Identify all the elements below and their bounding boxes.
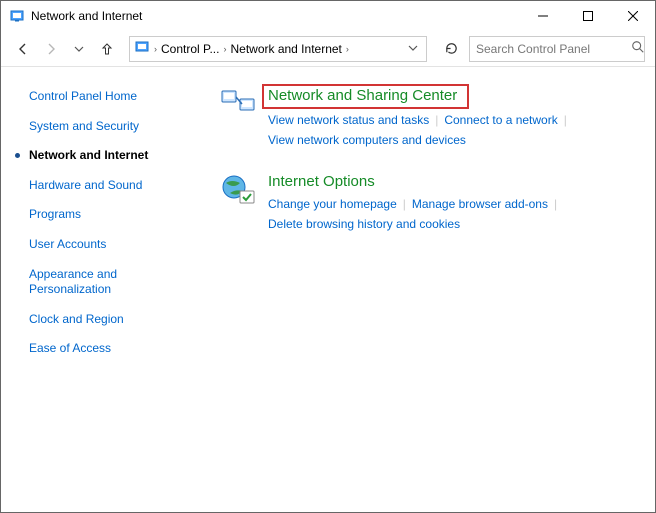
separator: | [429, 113, 444, 127]
refresh-button[interactable] [437, 36, 465, 62]
category-title-network-sharing[interactable]: Network and Sharing Center [262, 84, 469, 109]
sidebar-item-ease-of-access[interactable]: Ease of Access [29, 341, 192, 357]
task-manage-addons[interactable]: Manage browser add-ons [412, 197, 548, 211]
sidebar-item-clock-region[interactable]: Clock and Region [29, 312, 192, 328]
sidebar-item-home[interactable]: Control Panel Home [29, 89, 192, 105]
app-icon [9, 8, 25, 24]
task-view-network-status[interactable]: View network status and tasks [268, 113, 429, 127]
minimize-button[interactable] [520, 1, 565, 31]
separator: | [558, 113, 573, 127]
sidebar-item-network-internet[interactable]: Network and Internet [29, 148, 192, 164]
sidebar-item-system-security[interactable]: System and Security [29, 119, 192, 135]
sidebar-item-hardware-sound[interactable]: Hardware and Sound [29, 178, 192, 194]
window-title: Network and Internet [31, 9, 520, 23]
breadcrumb-item[interactable]: Control P... [161, 42, 219, 56]
task-delete-history[interactable]: Delete browsing history and cookies [268, 217, 460, 231]
search-icon[interactable] [631, 40, 645, 57]
recent-dropdown[interactable] [67, 37, 91, 61]
chevron-right-icon[interactable]: › [221, 44, 228, 54]
address-icon [134, 39, 150, 58]
category-internet-options: Internet Options Change your homepage|Ma… [220, 173, 641, 235]
body: Control Panel Home System and Security N… [1, 67, 655, 512]
chevron-right-icon[interactable]: › [152, 44, 159, 54]
search-box[interactable] [469, 36, 645, 62]
address-dropdown[interactable] [404, 43, 422, 55]
internet-options-icon [220, 173, 258, 207]
close-button[interactable] [610, 1, 655, 31]
category-network-sharing: Network and Sharing Center View network … [220, 87, 641, 151]
back-button[interactable] [11, 37, 35, 61]
breadcrumb-item[interactable]: Network and Internet [230, 42, 341, 56]
address-bar[interactable]: › Control P... › Network and Internet › [129, 36, 427, 62]
chevron-right-icon[interactable]: › [344, 44, 351, 54]
toolbar: › Control P... › Network and Internet › [1, 31, 655, 67]
maximize-button[interactable] [565, 1, 610, 31]
sidebar-item-user-accounts[interactable]: User Accounts [29, 237, 192, 253]
content: Network and Sharing Center View network … [206, 67, 655, 512]
forward-button[interactable] [39, 37, 63, 61]
network-sharing-icon [220, 87, 258, 121]
search-input[interactable] [476, 42, 631, 56]
task-change-homepage[interactable]: Change your homepage [268, 197, 397, 211]
task-view-network-computers[interactable]: View network computers and devices [268, 133, 466, 147]
sidebar-item-appearance[interactable]: Appearance and Personalization [29, 267, 192, 298]
titlebar: Network and Internet [1, 1, 655, 31]
up-button[interactable] [95, 37, 119, 61]
sidebar-item-programs[interactable]: Programs [29, 207, 192, 223]
category-title-internet-options[interactable]: Internet Options [268, 173, 375, 190]
sidebar: Control Panel Home System and Security N… [1, 67, 206, 512]
window-buttons [520, 1, 655, 31]
separator: | [548, 197, 563, 211]
separator: | [397, 197, 412, 211]
task-connect-network[interactable]: Connect to a network [444, 113, 557, 127]
